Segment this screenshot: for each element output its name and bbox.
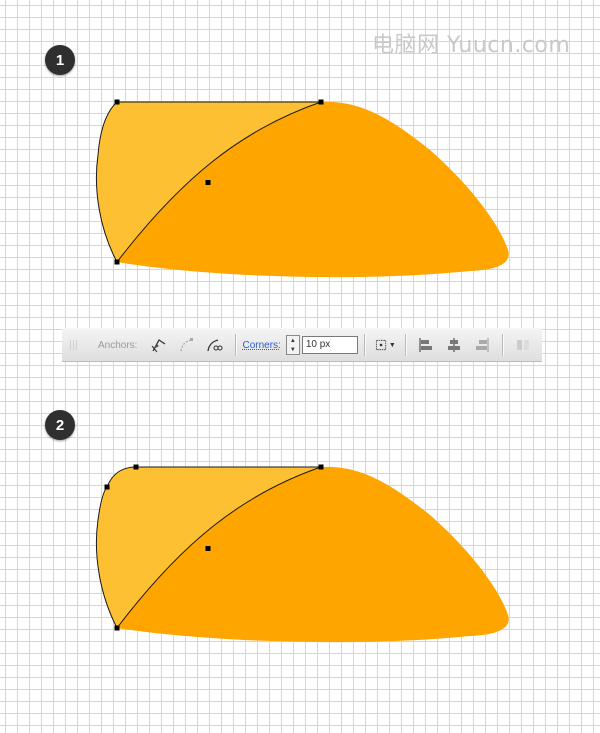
orange-shape-step-2 (95, 464, 509, 643)
